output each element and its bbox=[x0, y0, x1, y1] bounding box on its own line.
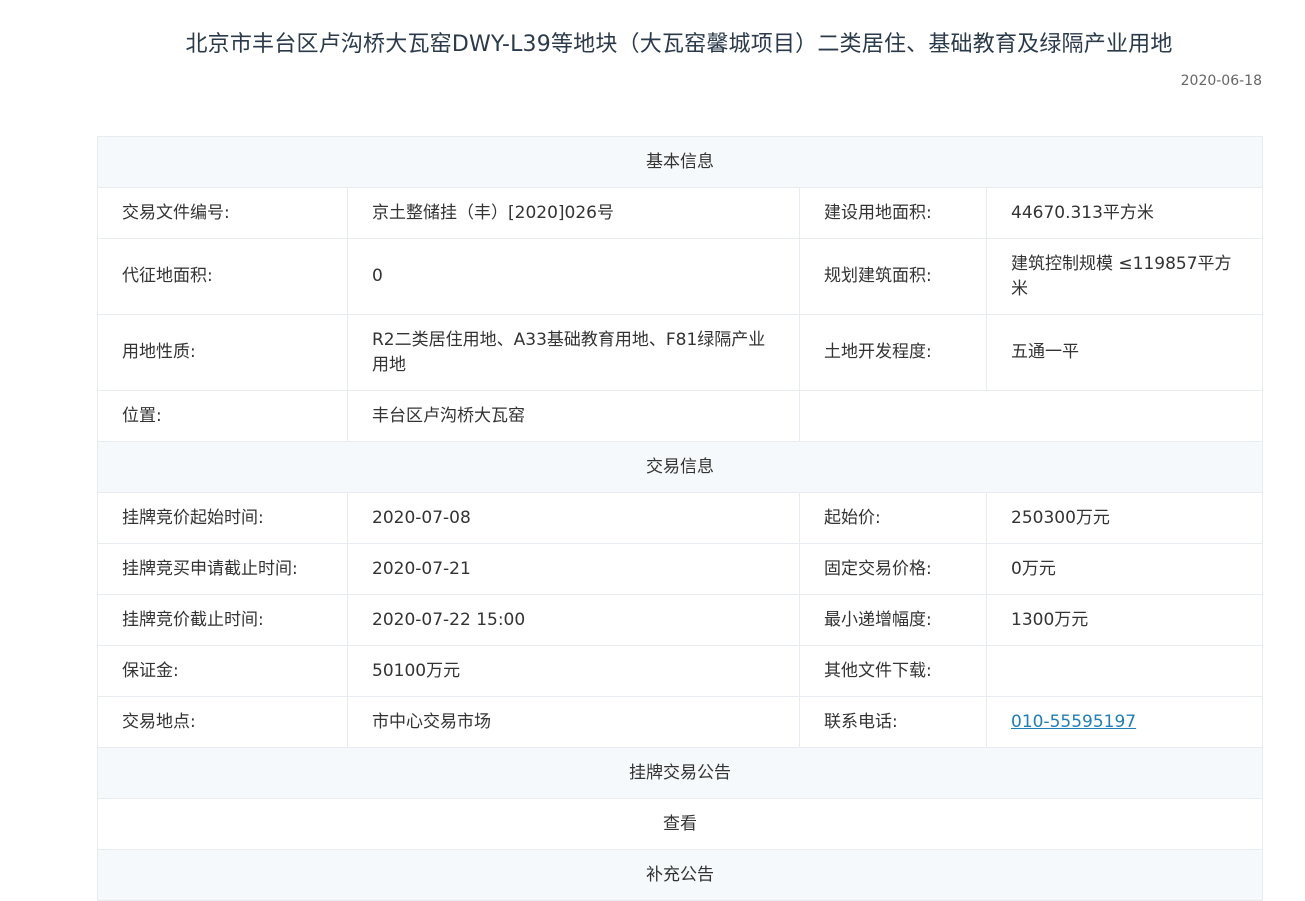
table-row: 用地性质: R2二类居住用地、A33基础教育用地、F81绿隔产业用地 土地开发程… bbox=[97, 314, 1263, 391]
empty-cell bbox=[799, 390, 1263, 442]
trade-info-header-row: 交易信息 bbox=[97, 441, 1263, 493]
other-files-label: 其他文件下载: bbox=[799, 645, 987, 697]
file-no-value: 京土整储挂（丰）[2020]026号 bbox=[347, 187, 800, 239]
min-increment-label: 最小递增幅度: bbox=[799, 594, 987, 646]
view-notice-link[interactable]: 查看 bbox=[97, 798, 1263, 850]
trade-info-heading: 交易信息 bbox=[97, 441, 1263, 493]
levy-area-value: 0 bbox=[347, 238, 800, 315]
location-value: 丰台区卢沟桥大瓦窑 bbox=[347, 390, 800, 442]
table-row: 位置: 丰台区卢沟桥大瓦窑 bbox=[97, 390, 1263, 442]
phone-label: 联系电话: bbox=[799, 696, 987, 748]
basic-info-heading: 基本信息 bbox=[97, 136, 1263, 188]
start-price-label: 起始价: bbox=[799, 492, 987, 544]
page-title: 北京市丰台区卢沟桥大瓦窑DWY-L39等地块（大瓦窑馨城项目）二类居住、基础教育… bbox=[185, 32, 1173, 57]
notice-view-row: 查看 bbox=[97, 798, 1263, 850]
deposit-value: 50100万元 bbox=[347, 645, 800, 697]
table-row: 代征地面积: 0 规划建筑面积: 建筑控制规模 ≤119857平方米 bbox=[97, 238, 1263, 315]
notice-heading: 挂牌交易公告 bbox=[97, 747, 1263, 799]
venue-label: 交易地点: bbox=[97, 696, 348, 748]
phone-link[interactable]: 010-55595197 bbox=[1011, 712, 1136, 732]
basic-info-header-row: 基本信息 bbox=[97, 136, 1263, 188]
min-increment-value: 1300万元 bbox=[986, 594, 1263, 646]
start-time-value: 2020-07-08 bbox=[347, 492, 800, 544]
bid-deadline-label: 挂牌竞价截止时间: bbox=[97, 594, 348, 646]
bid-deadline-value: 2020-07-22 15:00 bbox=[347, 594, 800, 646]
start-time-label: 挂牌竞价起始时间: bbox=[97, 492, 348, 544]
land-info-table: 基本信息 交易文件编号: 京土整储挂（丰）[2020]026号 建设用地面积: … bbox=[97, 136, 1263, 901]
table-row: 保证金: 50100万元 其他文件下载: bbox=[97, 645, 1263, 697]
table-row: 交易地点: 市中心交易市场 联系电话: 010-55595197 bbox=[97, 696, 1263, 748]
apply-deadline-value: 2020-07-21 bbox=[347, 543, 800, 595]
supplement-header-row: 补充公告 bbox=[97, 849, 1263, 901]
notice-header-row: 挂牌交易公告 bbox=[97, 747, 1263, 799]
build-area-label: 建设用地面积: bbox=[799, 187, 987, 239]
apply-deadline-label: 挂牌竞买申请截止时间: bbox=[97, 543, 348, 595]
fixed-price-label: 固定交易价格: bbox=[799, 543, 987, 595]
plan-area-value: 建筑控制规模 ≤119857平方米 bbox=[986, 238, 1263, 315]
table-row: 挂牌竞价起始时间: 2020-07-08 起始价: 250300万元 bbox=[97, 492, 1263, 544]
file-no-label: 交易文件编号: bbox=[97, 187, 348, 239]
supplement-heading: 补充公告 bbox=[97, 849, 1263, 901]
fixed-price-value: 0万元 bbox=[986, 543, 1263, 595]
dev-level-value: 五通一平 bbox=[986, 314, 1263, 391]
plan-area-label: 规划建筑面积: bbox=[799, 238, 987, 315]
land-use-label: 用地性质: bbox=[97, 314, 348, 391]
venue-value: 市中心交易市场 bbox=[347, 696, 800, 748]
land-use-value: R2二类居住用地、A33基础教育用地、F81绿隔产业用地 bbox=[347, 314, 800, 391]
phone-cell: 010-55595197 bbox=[986, 696, 1263, 748]
table-row: 交易文件编号: 京土整储挂（丰）[2020]026号 建设用地面积: 44670… bbox=[97, 187, 1263, 239]
publish-date: 2020-06-18 bbox=[1180, 73, 1262, 89]
other-files-value bbox=[986, 645, 1263, 697]
table-row: 挂牌竞买申请截止时间: 2020-07-21 固定交易价格: 0万元 bbox=[97, 543, 1263, 595]
start-price-value: 250300万元 bbox=[986, 492, 1263, 544]
dev-level-label: 土地开发程度: bbox=[799, 314, 987, 391]
build-area-value: 44670.313平方米 bbox=[986, 187, 1263, 239]
levy-area-label: 代征地面积: bbox=[97, 238, 348, 315]
location-label: 位置: bbox=[97, 390, 348, 442]
table-row: 挂牌竞价截止时间: 2020-07-22 15:00 最小递增幅度: 1300万… bbox=[97, 594, 1263, 646]
deposit-label: 保证金: bbox=[97, 645, 348, 697]
